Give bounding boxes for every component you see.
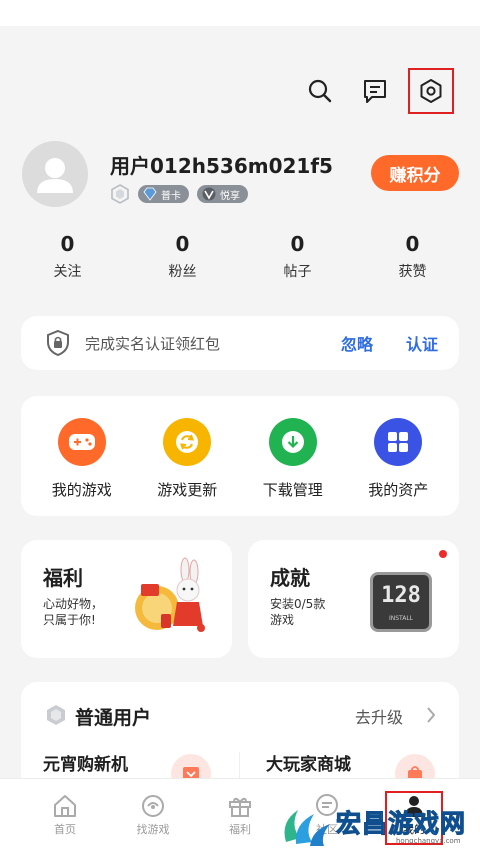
- badge-row: 普卡 悦享: [110, 183, 248, 205]
- watermark-logo-icon: [284, 810, 330, 846]
- settings-button[interactable]: [408, 68, 454, 114]
- watermark-sub: hongchangyx.com: [396, 837, 461, 845]
- username: 用户012h536m021f5: [110, 154, 333, 178]
- achievement-subtitle: 安装0/5款 游戏: [270, 597, 326, 627]
- yuexiang-label: 悦享: [220, 190, 240, 202]
- stat-fans-label: 粉丝: [168, 264, 197, 280]
- stat-fans-value: 0: [175, 232, 190, 256]
- putong-card-badge[interactable]: 普卡: [138, 185, 189, 203]
- tool-game-updates[interactable]: 游戏更新: [139, 396, 235, 516]
- v-logo-icon: [202, 187, 216, 201]
- tools-grid: 我的游戏 游戏更新 下载管理 我的资产: [21, 396, 459, 516]
- tool-download-manager-circle: [268, 418, 317, 466]
- rabbit-lantern-illustration: [135, 557, 205, 632]
- welfare-card[interactable]: 福利 心动好物， 只属于你!: [21, 540, 232, 658]
- nav-welfare-label: 福利: [229, 823, 251, 836]
- nav-home[interactable]: 首页: [30, 793, 100, 837]
- stat-likes-label: 获赞: [398, 264, 427, 280]
- achievement-title: 成就: [270, 566, 310, 590]
- stats-row: 0 关注 0 粉丝 0 帖子 0 获赞: [10, 232, 470, 281]
- welfare-subtitle: 心动好物， 只属于你!: [43, 597, 104, 627]
- putong-card-label: 普卡: [161, 190, 181, 202]
- tool-my-assets-circle: [374, 418, 423, 466]
- achievement-card[interactable]: 成就 安装0/5款 游戏 128 INSTALL: [248, 540, 459, 658]
- tool-download-manager-label: 下载管理: [262, 481, 323, 499]
- home-icon: [54, 795, 76, 817]
- nav-welfare[interactable]: 福利: [205, 793, 275, 837]
- grid-icon: [388, 432, 409, 452]
- refresh-icon: [176, 431, 199, 453]
- stat-following-label: 关注: [53, 264, 82, 280]
- earn-points-button[interactable]: 赚积分: [371, 155, 459, 191]
- notification-dot: [439, 550, 447, 558]
- promo-lantern-festival[interactable]: 元宵购新机: [43, 750, 128, 775]
- level-hexagon-icon[interactable]: [110, 184, 130, 204]
- tool-download-manager[interactable]: 下载管理: [245, 396, 341, 516]
- promo-player-mall[interactable]: 大玩家商城: [266, 750, 351, 775]
- verify-ignore-button[interactable]: 忽略: [341, 331, 373, 355]
- tool-my-assets[interactable]: 我的资产: [350, 396, 446, 516]
- download-icon: [281, 431, 304, 453]
- nav-find-games-label: 找游戏: [136, 823, 170, 836]
- tool-game-updates-circle: [163, 418, 212, 466]
- stat-posts[interactable]: 0 帖子: [240, 232, 355, 281]
- upgrade-label: 去升级: [355, 708, 404, 727]
- message-icon: [364, 80, 386, 103]
- tool-my-games-label: 我的游戏: [51, 481, 112, 499]
- chevron-right-icon: [427, 707, 436, 723]
- verify-auth-button[interactable]: 认证: [406, 331, 438, 355]
- status-bar: [0, 0, 480, 26]
- tool-my-assets-label: 我的资产: [368, 481, 429, 499]
- stat-following-value: 0: [60, 232, 75, 256]
- gift-icon: [229, 797, 251, 817]
- yuexiang-badge[interactable]: 悦享: [197, 185, 248, 203]
- stat-likes[interactable]: 0 获赞: [355, 232, 470, 281]
- tool-game-updates-label: 游戏更新: [157, 481, 218, 499]
- gamepad-icon: [68, 434, 95, 450]
- install-badge-number: 128: [381, 583, 421, 608]
- member-hexagon-icon: [47, 705, 65, 725]
- search-icon: [308, 79, 332, 103]
- install-badge-text: INSTALL: [388, 615, 414, 622]
- real-name-verify-banner: 完成实名认证领红包 忽略 认证: [21, 316, 459, 370]
- stat-posts-label: 帖子: [283, 264, 312, 280]
- default-avatar-icon: [37, 158, 73, 193]
- stat-fans[interactable]: 0 粉丝: [125, 232, 240, 281]
- watermark-text: 宏昌游戏网: [335, 809, 467, 839]
- site-watermark: 宏昌游戏网 hongchangyx.com: [276, 800, 476, 850]
- upgrade-button[interactable]: 去升级: [341, 696, 451, 732]
- welfare-title: 福利: [43, 566, 83, 590]
- diamond-icon: [143, 187, 157, 201]
- membership-title: 普通用户: [75, 707, 152, 729]
- nav-home-label: 首页: [54, 823, 76, 836]
- search-button[interactable]: [297, 68, 343, 114]
- tool-my-games[interactable]: 我的游戏: [34, 396, 130, 516]
- nav-find-games[interactable]: 找游戏: [118, 793, 188, 837]
- compass-icon: [142, 795, 164, 817]
- verify-text: 完成实名认证领红包: [85, 334, 221, 353]
- stat-following[interactable]: 0 关注: [10, 232, 125, 281]
- stat-posts-value: 0: [290, 232, 305, 256]
- message-button[interactable]: [352, 68, 398, 114]
- tool-my-games-circle: [57, 418, 106, 466]
- settings-icon: [420, 79, 442, 103]
- stat-likes-value: 0: [405, 232, 420, 256]
- install-128-badge: 128 INSTALL: [370, 572, 432, 632]
- avatar[interactable]: [22, 141, 88, 207]
- shield-lock-icon: [47, 329, 69, 357]
